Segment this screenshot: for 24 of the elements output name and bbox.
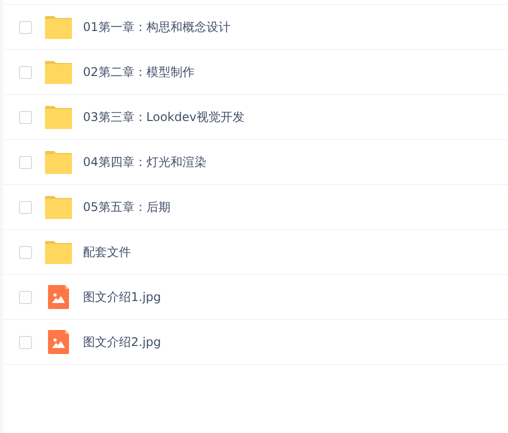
file-name[interactable]: 01第一章：构思和概念设计 bbox=[83, 18, 230, 36]
folder-icon bbox=[45, 15, 72, 39]
checkbox[interactable] bbox=[19, 110, 32, 124]
checkbox[interactable] bbox=[19, 20, 32, 34]
checkbox[interactable] bbox=[19, 246, 32, 258]
folder-icon bbox=[45, 195, 72, 219]
folder-icon bbox=[45, 240, 72, 264]
file-name[interactable]: 02第二章：模型制作 bbox=[83, 64, 194, 80]
image-file-icon bbox=[45, 330, 72, 354]
file-name[interactable]: 图文介绍2.jpg bbox=[83, 334, 162, 350]
folder-icon bbox=[45, 150, 72, 174]
checkbox[interactable] bbox=[19, 290, 32, 304]
file-name[interactable]: 04第四章：灯光和渲染 bbox=[83, 154, 206, 170]
file-name[interactable]: 图文介绍1.jpg bbox=[83, 288, 162, 306]
image-file-icon bbox=[45, 285, 72, 309]
file-name[interactable]: 配套文件 bbox=[83, 244, 131, 260]
folder-icon bbox=[45, 60, 72, 84]
file-name[interactable]: 05第五章：后期 bbox=[83, 198, 170, 216]
checkbox[interactable] bbox=[19, 200, 32, 214]
checkbox[interactable] bbox=[19, 336, 32, 348]
file-name[interactable]: 03第三章：Lookdev视觉开发 bbox=[83, 108, 244, 126]
checkbox[interactable] bbox=[19, 156, 32, 168]
checkbox[interactable] bbox=[19, 66, 32, 78]
folder-icon bbox=[45, 105, 72, 129]
